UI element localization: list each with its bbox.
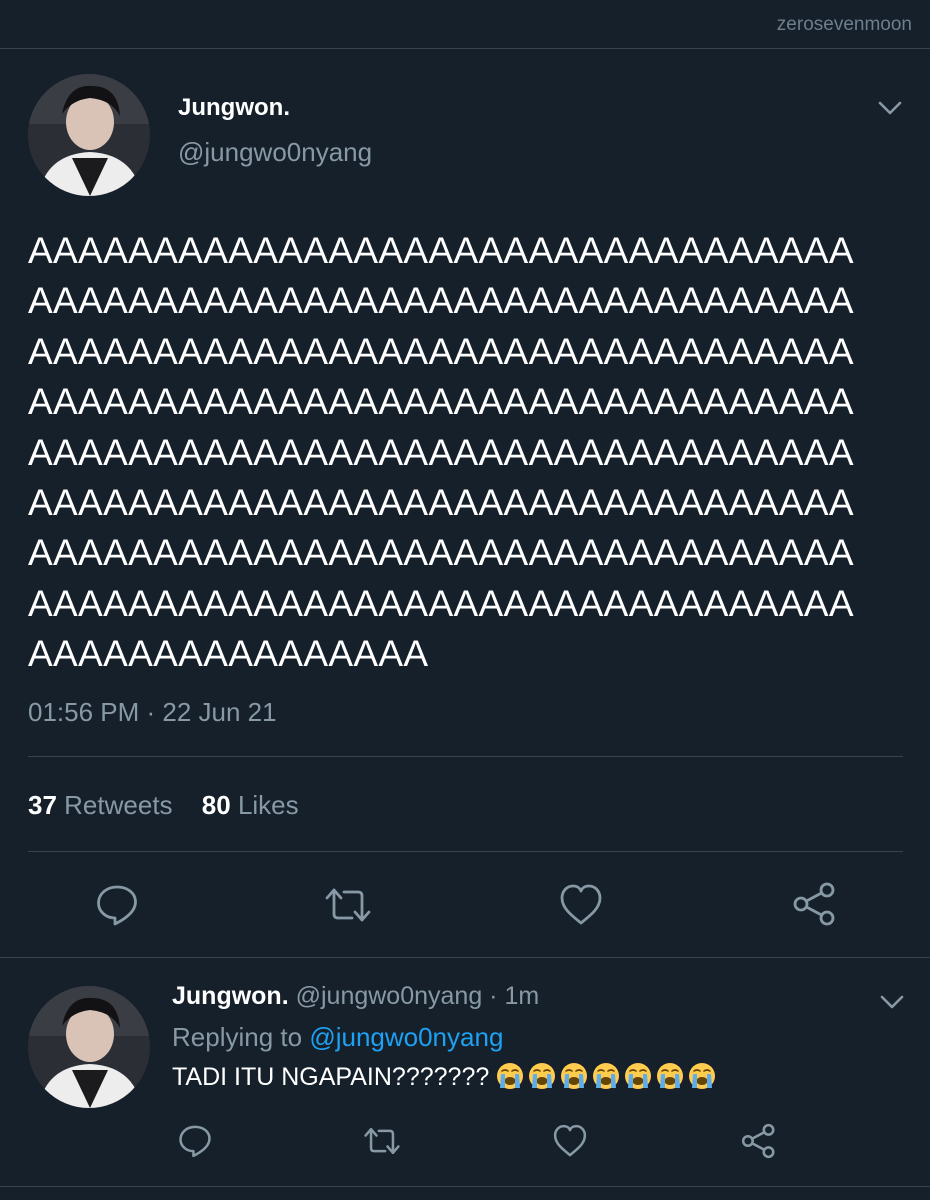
replying-handle-link[interactable]: @jungwo0nyang: [309, 1022, 503, 1052]
chevron-down-icon[interactable]: [876, 96, 904, 120]
bottom-divider: [0, 1186, 930, 1187]
tweet-text-line: AAAAAAAAAAAAAAAAAAAAAAAAAAAAAAAAA: [28, 330, 854, 372]
loudly-crying-face-emoji: [560, 1062, 588, 1090]
tweet-text-line: AAAAAAAAAAAAAAAAAAAAAAAAAAAAAAAAA: [28, 532, 854, 574]
retweets-count: 37: [28, 790, 57, 820]
tweet-text-line: AAAAAAAAAAAAAAAAAAAAAAAAAAAAAAAAA: [28, 482, 854, 524]
loudly-crying-face-emoji: [688, 1062, 716, 1090]
divider: [28, 756, 903, 757]
chevron-down-icon[interactable]: [878, 990, 906, 1014]
likes-count: 80: [201, 790, 231, 820]
divider: [0, 957, 930, 958]
retweets-stat[interactable]: 37 Retweets: [28, 790, 180, 820]
loudly-crying-face-emoji: [592, 1062, 620, 1090]
tweet-stats: 37 Retweets 80 Likes: [28, 790, 299, 821]
author-name[interactable]: Jungwon.: [178, 94, 290, 122]
replying-to: Replying to @jungwo0nyang: [172, 1022, 503, 1053]
tweet-text-line: AAAAAAAAAAAAAAAAAAAAAAAAAAAAAAAAA: [28, 280, 854, 322]
avatar[interactable]: [28, 74, 150, 196]
loudly-crying-face-emoji: [496, 1062, 524, 1090]
loudly-crying-face-emoji: [624, 1062, 652, 1090]
likes-stat[interactable]: 80 Likes: [202, 790, 299, 820]
top-divider: [0, 48, 930, 49]
reply-author-name[interactable]: Jungwon.: [172, 982, 289, 1010]
heart-icon[interactable]: [558, 882, 604, 928]
reply-text: TADI ITU NGAPAIN???????: [172, 1062, 720, 1092]
loudly-crying-face-emoji: [528, 1062, 556, 1090]
reply-handle-time[interactable]: @jungwo0nyang · 1m: [296, 982, 540, 1010]
tweet-timestamp[interactable]: 01:56 PM · 22 Jun 21: [28, 697, 277, 728]
comment-icon[interactable]: [94, 882, 140, 928]
tweet-text-line: AAAAAAAAAAAAAAAAAAAAAAAAAAAAAAAAA: [28, 431, 854, 473]
tweet-text-line: AAAAAAAAAAAAAAAAAAAAAAAAAAAAAAAAA: [28, 230, 854, 271]
heart-icon[interactable]: [552, 1123, 588, 1159]
comment-icon[interactable]: [177, 1123, 213, 1159]
tweet-text: AAAAAAAAAAAAAAAAAAAAAAAAAAAAAAAAA AAAAAA…: [28, 226, 908, 680]
reply-avatar[interactable]: [28, 986, 150, 1108]
tweet-text-line: AAAAAAAAAAAAAAAAAAAAAAAAAAAAAAAAA: [28, 381, 854, 423]
share-icon[interactable]: [791, 880, 839, 928]
retweet-icon[interactable]: [323, 882, 373, 928]
tweet-text-line: AAAAAAAAAAAAAAAA: [28, 633, 429, 675]
loudly-crying-face-emoji: [656, 1062, 684, 1090]
reply-text-content: TADI ITU NGAPAIN???????: [172, 1063, 490, 1091]
retweets-label: Retweets: [64, 790, 173, 820]
retweet-icon[interactable]: [362, 1123, 402, 1159]
replying-prefix: Replying to: [172, 1022, 303, 1052]
share-icon[interactable]: [740, 1122, 778, 1160]
watermark: zerosevenmoon: [776, 14, 912, 35]
author-handle[interactable]: @jungwo0nyang: [178, 137, 372, 168]
likes-label: Likes: [237, 790, 299, 820]
divider: [28, 851, 903, 852]
reply-header: Jungwon. @jungwo0nyang · 1m: [172, 982, 539, 1011]
tweet-text-line: AAAAAAAAAAAAAAAAAAAAAAAAAAAAAAAAA: [28, 582, 854, 624]
emoji-row: [496, 1063, 720, 1091]
